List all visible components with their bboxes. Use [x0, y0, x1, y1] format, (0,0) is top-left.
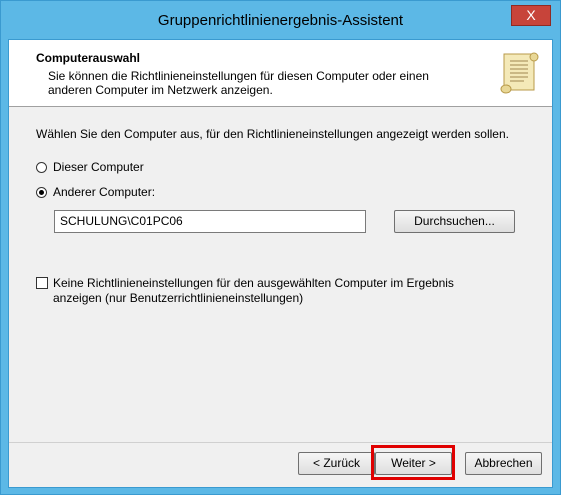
radio-this-computer[interactable]: Dieser Computer: [36, 160, 144, 174]
back-button[interactable]: < Zurück: [298, 452, 375, 475]
title-bar[interactable]: Gruppenrichtlinienergebnis-Assistent X: [1, 1, 560, 39]
browse-button[interactable]: Durchsuchen...: [394, 210, 515, 233]
no-computer-settings-option[interactable]: Keine Richtlinieneinstellungen für den a…: [36, 276, 493, 306]
wizard-window: Gruppenrichtlinienergebnis-Assistent X C…: [0, 0, 561, 495]
selection-prompt: Wählen Sie den Computer aus, für den Ric…: [36, 127, 509, 141]
page-title: Computerauswahl: [36, 51, 141, 65]
radio-button[interactable]: [36, 161, 47, 173]
wizard-header: Computerauswahl Sie können die Richtlini…: [9, 40, 552, 107]
computer-name-input[interactable]: SCHULUNG\C01PC06: [54, 210, 366, 233]
scroll-document-icon: [500, 52, 539, 94]
cancel-button[interactable]: Abbrechen: [465, 452, 542, 475]
radio-label: Dieser Computer: [53, 160, 144, 174]
checkbox[interactable]: [36, 277, 48, 289]
footer-divider: [9, 442, 552, 443]
radio-other-computer[interactable]: Anderer Computer:: [36, 185, 155, 199]
next-button-highlight: [371, 445, 455, 480]
checkbox-label: Keine Richtlinieneinstellungen für den a…: [53, 276, 454, 305]
radio-label: Anderer Computer:: [53, 185, 156, 199]
radio-button-selected[interactable]: [36, 186, 47, 198]
window-title: Gruppenrichtlinienergebnis-Assistent: [157, 12, 404, 29]
close-button[interactable]: X: [511, 5, 551, 26]
page-description: Sie können die Richtlinieneinstellungen …: [48, 69, 429, 97]
wizard-client-area: Computerauswahl Sie können die Richtlini…: [8, 39, 553, 488]
